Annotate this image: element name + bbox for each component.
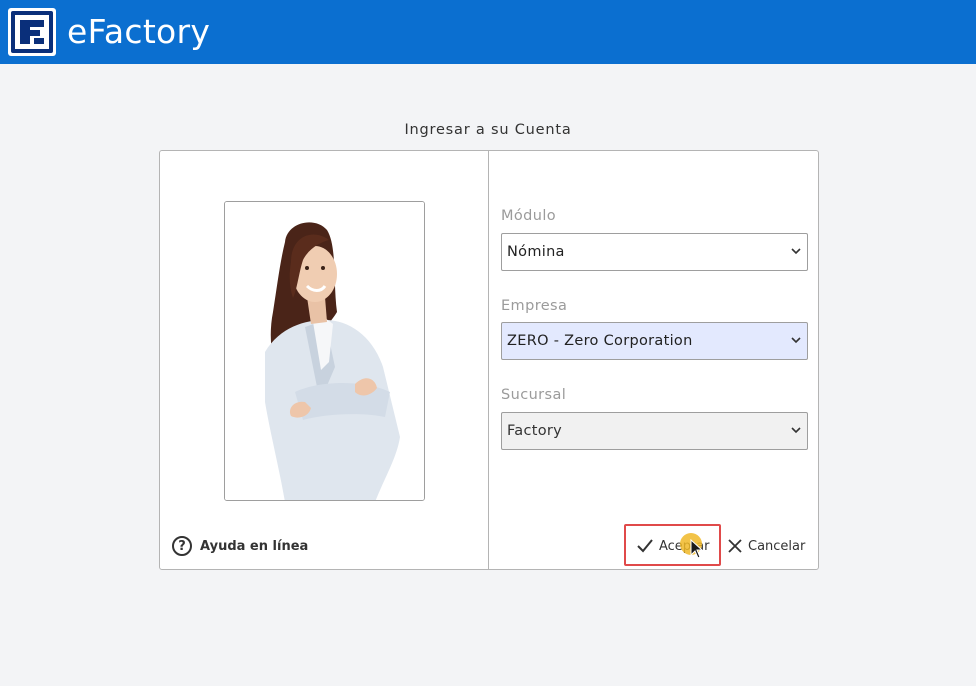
sucursal-select[interactable]: Factory xyxy=(501,412,808,450)
empresa-select[interactable]: ZERO - Zero Corporation xyxy=(501,322,808,360)
chevron-down-icon xyxy=(791,248,801,255)
close-icon xyxy=(728,539,742,553)
sucursal-value: Factory xyxy=(507,423,563,439)
app-title: eFactory xyxy=(67,12,211,51)
user-photo xyxy=(224,201,425,501)
help-circle-icon: ? xyxy=(172,536,192,556)
top-header-bar: eFactory xyxy=(0,0,976,64)
online-help-label: Ayuda en línea xyxy=(200,538,309,554)
cancel-button[interactable]: Cancelar xyxy=(727,531,805,561)
chevron-down-icon xyxy=(791,337,801,344)
login-panel: ? Ayuda en línea Módulo Nómina Empresa Z… xyxy=(159,150,819,570)
cancel-button-label: Cancelar xyxy=(748,538,806,554)
efactory-logo-icon[interactable] xyxy=(8,8,56,56)
sucursal-label: Sucursal xyxy=(501,387,567,403)
online-help-link[interactable]: ? Ayuda en línea xyxy=(172,535,308,557)
modulo-value: Nómina xyxy=(507,244,565,260)
checkmark-icon xyxy=(637,539,653,553)
modulo-select[interactable]: Nómina xyxy=(501,233,808,271)
empresa-value: ZERO - Zero Corporation xyxy=(507,333,693,349)
modulo-label: Módulo xyxy=(501,208,557,224)
login-panel-title: Ingresar a su Cuenta xyxy=(404,122,572,138)
mouse-pointer-icon xyxy=(690,539,704,559)
empresa-label: Empresa xyxy=(501,298,568,314)
chevron-down-icon xyxy=(791,427,801,434)
panel-divider xyxy=(488,151,489,569)
